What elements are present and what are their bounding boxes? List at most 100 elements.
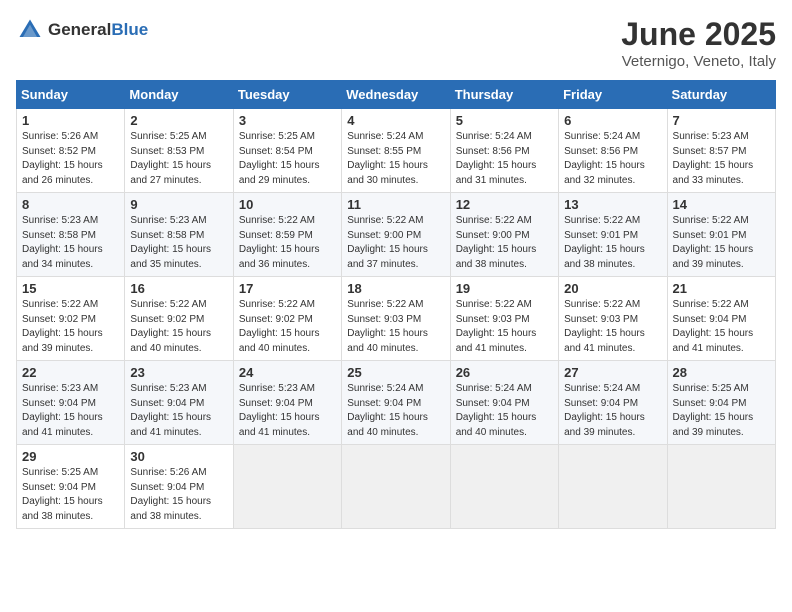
day-number: 8 bbox=[22, 197, 119, 212]
day-cell: 16Sunrise: 5:22 AMSunset: 9:02 PMDayligh… bbox=[125, 277, 233, 361]
day-info: Sunrise: 5:24 AMSunset: 8:56 PMDaylight:… bbox=[456, 131, 537, 186]
header-thursday: Thursday bbox=[450, 81, 558, 109]
day-number: 24 bbox=[239, 365, 336, 380]
day-cell bbox=[342, 445, 450, 529]
day-number: 1 bbox=[22, 113, 119, 128]
day-cell bbox=[667, 445, 775, 529]
day-info: Sunrise: 5:23 AMSunset: 9:04 PMDaylight:… bbox=[239, 383, 320, 438]
header-tuesday: Tuesday bbox=[233, 81, 341, 109]
day-info: Sunrise: 5:23 AMSunset: 8:58 PMDaylight:… bbox=[22, 215, 103, 270]
month-title: June 2025 bbox=[621, 16, 776, 53]
day-info: Sunrise: 5:22 AMSunset: 9:01 PMDaylight:… bbox=[673, 215, 754, 270]
day-info: Sunrise: 5:24 AMSunset: 8:56 PMDaylight:… bbox=[564, 131, 645, 186]
day-number: 15 bbox=[22, 281, 119, 296]
day-number: 23 bbox=[130, 365, 227, 380]
day-cell: 15 Sunrise: 5:22 AMSunset: 9:02 PMDayligh… bbox=[17, 277, 125, 361]
day-info: Sunrise: 5:22 AMSunset: 9:04 PMDaylight:… bbox=[673, 299, 754, 354]
day-cell: 18Sunrise: 5:22 AMSunset: 9:03 PMDayligh… bbox=[342, 277, 450, 361]
header-monday: Monday bbox=[125, 81, 233, 109]
day-cell: 14 Sunrise: 5:22 AMSunset: 9:01 PMDayligh… bbox=[667, 193, 775, 277]
day-info: Sunrise: 5:22 AMSunset: 9:00 PMDaylight:… bbox=[456, 215, 537, 270]
day-info: Sunrise: 5:22 AMSunset: 9:03 PMDaylight:… bbox=[564, 299, 645, 354]
day-cell: 6Sunrise: 5:24 AMSunset: 8:56 PMDaylight… bbox=[559, 109, 667, 193]
day-cell: 25Sunrise: 5:24 AMSunset: 9:04 PMDayligh… bbox=[342, 361, 450, 445]
day-info: Sunrise: 5:22 AMSunset: 9:00 PMDaylight:… bbox=[347, 215, 428, 270]
header-row: SundayMondayTuesdayWednesdayThursdayFrid… bbox=[17, 81, 776, 109]
day-number: 30 bbox=[130, 449, 227, 464]
title-area: June 2025 Veternigo, Veneto, Italy bbox=[621, 16, 776, 70]
day-cell: 24 Sunrise: 5:23 AMSunset: 9:04 PMDayligh… bbox=[233, 361, 341, 445]
calendar-table: SundayMondayTuesdayWednesdayThursdayFrid… bbox=[16, 80, 776, 529]
day-cell: 11 Sunrise: 5:22 AMSunset: 9:00 PMDayligh… bbox=[342, 193, 450, 277]
day-info: Sunrise: 5:24 AMSunset: 9:04 PMDaylight:… bbox=[564, 383, 645, 438]
day-cell: 9 Sunrise: 5:23 AMSunset: 8:58 PMDaylight… bbox=[125, 193, 233, 277]
logo: GeneralBlue bbox=[16, 16, 148, 44]
day-cell: 22 Sunrise: 5:23 AMSunset: 9:04 PMDayligh… bbox=[17, 361, 125, 445]
day-number: 9 bbox=[130, 197, 227, 212]
day-info: Sunrise: 5:22 AMSunset: 8:59 PMDaylight:… bbox=[239, 215, 320, 270]
day-number: 25 bbox=[347, 365, 444, 380]
day-info: Sunrise: 5:22 AMSunset: 9:02 PMDaylight:… bbox=[22, 299, 103, 354]
week-row-4: 29Sunrise: 5:25 AMSunset: 9:04 PMDayligh… bbox=[17, 445, 776, 529]
day-cell: 29Sunrise: 5:25 AMSunset: 9:04 PMDayligh… bbox=[17, 445, 125, 529]
day-cell: 20 Sunrise: 5:22 AMSunset: 9:03 PMDayligh… bbox=[559, 277, 667, 361]
day-cell: 4 Sunrise: 5:24 AMSunset: 8:55 PMDaylight… bbox=[342, 109, 450, 193]
day-info: Sunrise: 5:23 AMSunset: 8:58 PMDaylight:… bbox=[130, 215, 211, 270]
day-info: Sunrise: 5:24 AMSunset: 8:55 PMDaylight:… bbox=[347, 131, 428, 186]
day-cell: 10 Sunrise: 5:22 AMSunset: 8:59 PMDayligh… bbox=[233, 193, 341, 277]
day-cell: 21 Sunrise: 5:22 AMSunset: 9:04 PMDayligh… bbox=[667, 277, 775, 361]
day-info: Sunrise: 5:25 AMSunset: 9:04 PMDaylight:… bbox=[22, 467, 103, 522]
day-cell: 13Sunrise: 5:22 AMSunset: 9:01 PMDayligh… bbox=[559, 193, 667, 277]
day-cell: 2 Sunrise: 5:25 AMSunset: 8:53 PMDaylight… bbox=[125, 109, 233, 193]
day-number: 14 bbox=[673, 197, 770, 212]
day-number: 27 bbox=[564, 365, 661, 380]
day-number: 4 bbox=[347, 113, 444, 128]
day-cell: 17 Sunrise: 5:22 AMSunset: 9:02 PMDayligh… bbox=[233, 277, 341, 361]
day-number: 20 bbox=[564, 281, 661, 296]
logo-blue: Blue bbox=[111, 20, 148, 39]
header-friday: Friday bbox=[559, 81, 667, 109]
day-cell bbox=[559, 445, 667, 529]
day-cell: 5 Sunrise: 5:24 AMSunset: 8:56 PMDaylight… bbox=[450, 109, 558, 193]
week-row-1: 8 Sunrise: 5:23 AMSunset: 8:58 PMDaylight… bbox=[17, 193, 776, 277]
logo-text: GeneralBlue bbox=[48, 20, 148, 40]
day-info: Sunrise: 5:22 AMSunset: 9:03 PMDaylight:… bbox=[456, 299, 537, 354]
day-number: 2 bbox=[130, 113, 227, 128]
day-number: 11 bbox=[347, 197, 444, 212]
day-cell: 12 Sunrise: 5:22 AMSunset: 9:00 PMDayligh… bbox=[450, 193, 558, 277]
day-cell: 19 Sunrise: 5:22 AMSunset: 9:03 PMDayligh… bbox=[450, 277, 558, 361]
day-info: Sunrise: 5:23 AMSunset: 9:04 PMDaylight:… bbox=[130, 383, 211, 438]
page-header: GeneralBlue June 2025 Veternigo, Veneto,… bbox=[16, 16, 776, 70]
day-cell bbox=[450, 445, 558, 529]
day-info: Sunrise: 5:25 AMSunset: 8:54 PMDaylight:… bbox=[239, 131, 320, 186]
day-cell: 28Sunrise: 5:25 AMSunset: 9:04 PMDayligh… bbox=[667, 361, 775, 445]
day-info: Sunrise: 5:22 AMSunset: 9:02 PMDaylight:… bbox=[130, 299, 211, 354]
day-cell: 1 Sunrise: 5:26 AMSunset: 8:52 PMDaylight… bbox=[17, 109, 125, 193]
day-info: Sunrise: 5:22 AMSunset: 9:03 PMDaylight:… bbox=[347, 299, 428, 354]
day-cell: 7Sunrise: 5:23 AMSunset: 8:57 PMDaylight… bbox=[667, 109, 775, 193]
day-info: Sunrise: 5:22 AMSunset: 9:01 PMDaylight:… bbox=[564, 215, 645, 270]
day-info: Sunrise: 5:24 AMSunset: 9:04 PMDaylight:… bbox=[456, 383, 537, 438]
day-info: Sunrise: 5:26 AMSunset: 8:52 PMDaylight:… bbox=[22, 131, 103, 186]
header-saturday: Saturday bbox=[667, 81, 775, 109]
day-number: 5 bbox=[456, 113, 553, 128]
day-cell: 23 Sunrise: 5:23 AMSunset: 9:04 PMDayligh… bbox=[125, 361, 233, 445]
day-number: 7 bbox=[673, 113, 770, 128]
day-number: 26 bbox=[456, 365, 553, 380]
day-cell: 8 Sunrise: 5:23 AMSunset: 8:58 PMDaylight… bbox=[17, 193, 125, 277]
day-info: Sunrise: 5:25 AMSunset: 8:53 PMDaylight:… bbox=[130, 131, 211, 186]
week-row-0: 1 Sunrise: 5:26 AMSunset: 8:52 PMDaylight… bbox=[17, 109, 776, 193]
header-wednesday: Wednesday bbox=[342, 81, 450, 109]
day-info: Sunrise: 5:22 AMSunset: 9:02 PMDaylight:… bbox=[239, 299, 320, 354]
day-number: 22 bbox=[22, 365, 119, 380]
day-cell: 26 Sunrise: 5:24 AMSunset: 9:04 PMDayligh… bbox=[450, 361, 558, 445]
day-cell bbox=[233, 445, 341, 529]
day-number: 10 bbox=[239, 197, 336, 212]
header-sunday: Sunday bbox=[17, 81, 125, 109]
day-number: 21 bbox=[673, 281, 770, 296]
day-number: 12 bbox=[456, 197, 553, 212]
logo-icon bbox=[16, 16, 44, 44]
day-number: 19 bbox=[456, 281, 553, 296]
day-info: Sunrise: 5:23 AMSunset: 9:04 PMDaylight:… bbox=[22, 383, 103, 438]
day-number: 17 bbox=[239, 281, 336, 296]
